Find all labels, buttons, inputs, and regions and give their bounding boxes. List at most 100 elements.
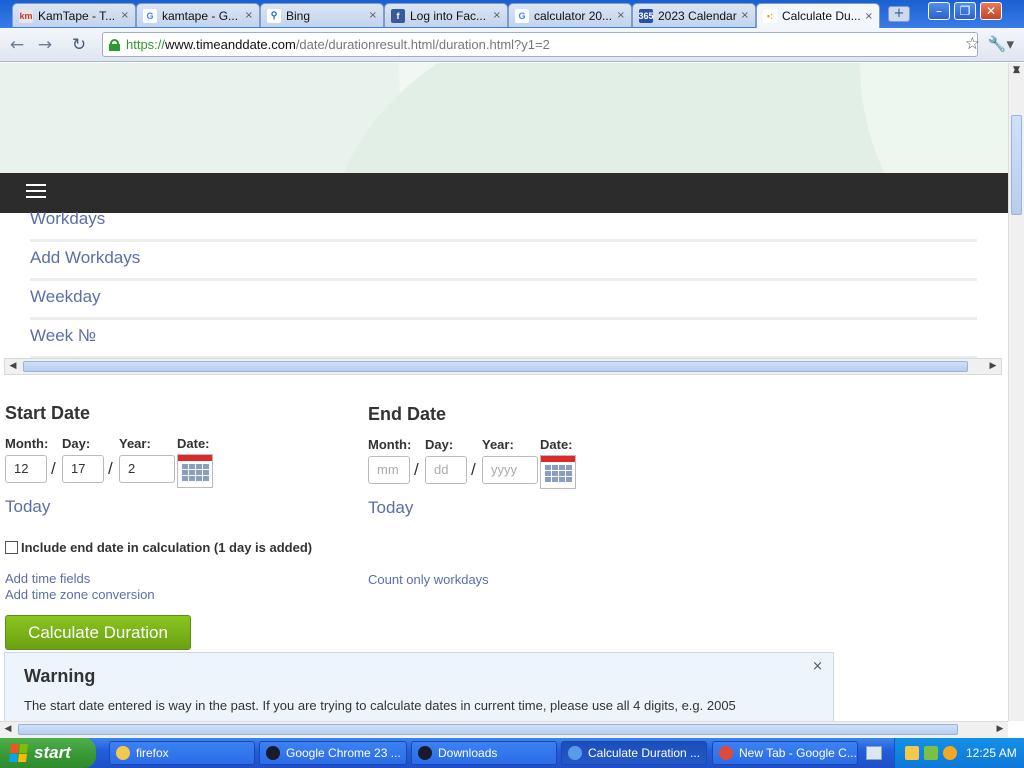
- browser-tab[interactable]: f Log into Fac... ×: [384, 3, 508, 27]
- bookmark-star-icon[interactable]: ☆: [965, 34, 980, 54]
- hamburger-menu-icon[interactable]: [26, 184, 46, 202]
- end-calendar-icon[interactable]: [540, 455, 576, 489]
- menu-item-label: Week №: [30, 326, 97, 345]
- browser-tab[interactable]: km KamTape - T... ×: [12, 3, 136, 27]
- browser-tab[interactable]: 365 2023 Calendar ×: [632, 3, 756, 27]
- horizontal-scrollbar-thumb[interactable]: [18, 724, 958, 735]
- count-workdays-link[interactable]: Count only workdays: [368, 572, 489, 587]
- date-separator: /: [108, 459, 113, 478]
- end-day-input[interactable]: dd: [425, 456, 467, 484]
- banner-decoration: [860, 63, 1008, 173]
- clock: 12:25 AM: [966, 746, 1017, 760]
- network-icon[interactable]: [924, 746, 938, 760]
- start-label: start: [34, 743, 71, 762]
- add-time-zone-link[interactable]: Add time zone conversion: [5, 587, 155, 602]
- start-button[interactable]: start: [0, 738, 96, 768]
- forward-button[interactable]: →: [34, 34, 56, 56]
- browser-tab[interactable]: Gkamtape - G... ×: [136, 3, 260, 27]
- chrome-icon: [719, 746, 733, 760]
- tab-label: kamtape - G...: [162, 8, 239, 23]
- scroll-right-icon[interactable]: ▶: [992, 722, 1008, 737]
- end-today-link[interactable]: Today: [368, 498, 413, 518]
- close-tab-icon[interactable]: ×: [369, 10, 377, 21]
- taskbar-task[interactable]: New Tab - Google C...: [712, 741, 858, 765]
- page-vertical-scrollbar[interactable]: ▲ ▼: [1008, 63, 1024, 721]
- close-tab-icon[interactable]: ×: [617, 10, 625, 21]
- menu-horizontal-scrollbar[interactable]: ◀ ▶: [4, 358, 1002, 375]
- chrome-icon: [266, 746, 280, 760]
- task-label: New Tab - Google C...: [739, 746, 857, 760]
- include-end-date-checkbox[interactable]: [5, 541, 18, 554]
- ie-icon: [568, 746, 582, 760]
- back-button[interactable]: ←: [6, 34, 28, 56]
- close-tab-icon[interactable]: ×: [865, 11, 873, 22]
- calculate-duration-button[interactable]: Calculate Duration: [5, 615, 191, 650]
- end-year-label: Year:: [482, 437, 514, 452]
- scroll-left-icon[interactable]: ◀: [5, 359, 21, 374]
- end-month-input[interactable]: mm: [368, 456, 410, 484]
- url-path: /date/durationresult.html/duration.html?…: [295, 37, 550, 52]
- browser-tab[interactable]: •: Calculate Du... ×: [756, 3, 880, 28]
- calendar-365-icon: 365: [638, 8, 654, 23]
- system-tray: 12:25 AM: [894, 738, 1024, 768]
- windows-logo-icon: [9, 744, 29, 762]
- scrollbar-thumb[interactable]: [23, 361, 968, 372]
- close-window-button[interactable]: ✕: [980, 2, 1002, 20]
- close-warning-icon[interactable]: ×: [812, 659, 823, 674]
- menu-item[interactable]: Weekday: [30, 281, 977, 320]
- start-today-link[interactable]: Today: [5, 497, 50, 517]
- scroll-left-icon[interactable]: ◀: [0, 722, 16, 737]
- new-tab-button[interactable]: +: [888, 6, 910, 22]
- facebook-icon: f: [391, 8, 405, 23]
- keyboard-icon[interactable]: [866, 746, 882, 760]
- maximize-button[interactable]: ❐: [954, 2, 976, 20]
- close-tab-icon[interactable]: ×: [121, 10, 129, 21]
- taskbar-task[interactable]: firefox: [109, 741, 255, 765]
- taskbar-task[interactable]: Calculate Duration ...: [561, 741, 707, 765]
- google-icon: G: [515, 8, 529, 23]
- task-label: firefox: [136, 746, 169, 760]
- browser-tab[interactable]: ⚲ Bing ×: [260, 3, 384, 27]
- tab-label: KamTape - T...: [38, 8, 116, 23]
- end-year-input[interactable]: yyyy: [482, 456, 538, 484]
- search-tray-icon[interactable]: [943, 746, 957, 760]
- start-day-input[interactable]: 17: [62, 455, 104, 483]
- browser-tab[interactable]: Gcalculator 20... ×: [508, 3, 632, 27]
- menu-item[interactable]: Add Workdays: [30, 242, 977, 281]
- menu-item-label: Add Workdays: [30, 248, 141, 267]
- minimize-button[interactable]: –: [928, 2, 950, 20]
- tab-label: Bing: [286, 8, 311, 23]
- taskbar-task[interactable]: Downloads: [411, 741, 557, 765]
- end-date-label: Date:: [540, 437, 573, 452]
- taskbar-task[interactable]: Google Chrome 23 ...: [259, 741, 407, 765]
- close-tab-icon[interactable]: ×: [741, 10, 749, 21]
- menu-item-label: Workdays: [30, 209, 106, 228]
- scroll-down-icon[interactable]: ▼: [1009, 63, 1024, 78]
- wrench-menu-icon[interactable]: 🔧▾: [988, 35, 1014, 53]
- task-label: Google Chrome 23 ...: [286, 746, 401, 760]
- include-end-date-label[interactable]: Include end date in calculation (1 day i…: [21, 540, 312, 555]
- start-year-input[interactable]: 2: [119, 455, 175, 483]
- banner-decoration: [0, 63, 400, 173]
- menu-item[interactable]: Workdays: [30, 203, 977, 242]
- vertical-scrollbar-thumb[interactable]: [1011, 115, 1022, 215]
- scroll-right-icon[interactable]: ▶: [985, 359, 1001, 374]
- start-month-input[interactable]: 12: [5, 455, 47, 483]
- tab-strip: km KamTape - T... × Gkamtape - G... × ⚲ Bing × f…: [0, 0, 1024, 28]
- browser-toolbar: ← → ↻ https://www.timeanddate.com/date/d…: [0, 28, 1024, 62]
- page-horizontal-scrollbar[interactable]: ◀ ▶: [0, 721, 1008, 738]
- close-tab-icon[interactable]: ×: [245, 10, 253, 21]
- close-tab-icon[interactable]: ×: [493, 10, 501, 21]
- end-date-title: End Date: [368, 404, 447, 424]
- tab-label: calculator 20...: [534, 8, 613, 23]
- menu-item[interactable]: Week №: [30, 320, 977, 359]
- reload-button[interactable]: ↻: [68, 34, 90, 56]
- downloads-icon: [418, 746, 432, 760]
- start-calendar-icon[interactable]: [177, 454, 213, 488]
- forward-arrow-icon: →: [37, 35, 53, 55]
- add-time-fields-link[interactable]: Add time fields: [5, 571, 90, 586]
- url-host: www.timeanddate.com: [165, 37, 296, 52]
- address-bar[interactable]: https://www.timeanddate.com/date/duratio…: [102, 32, 978, 57]
- shield-icon[interactable]: [905, 746, 919, 760]
- start-date-label: Date:: [177, 436, 210, 451]
